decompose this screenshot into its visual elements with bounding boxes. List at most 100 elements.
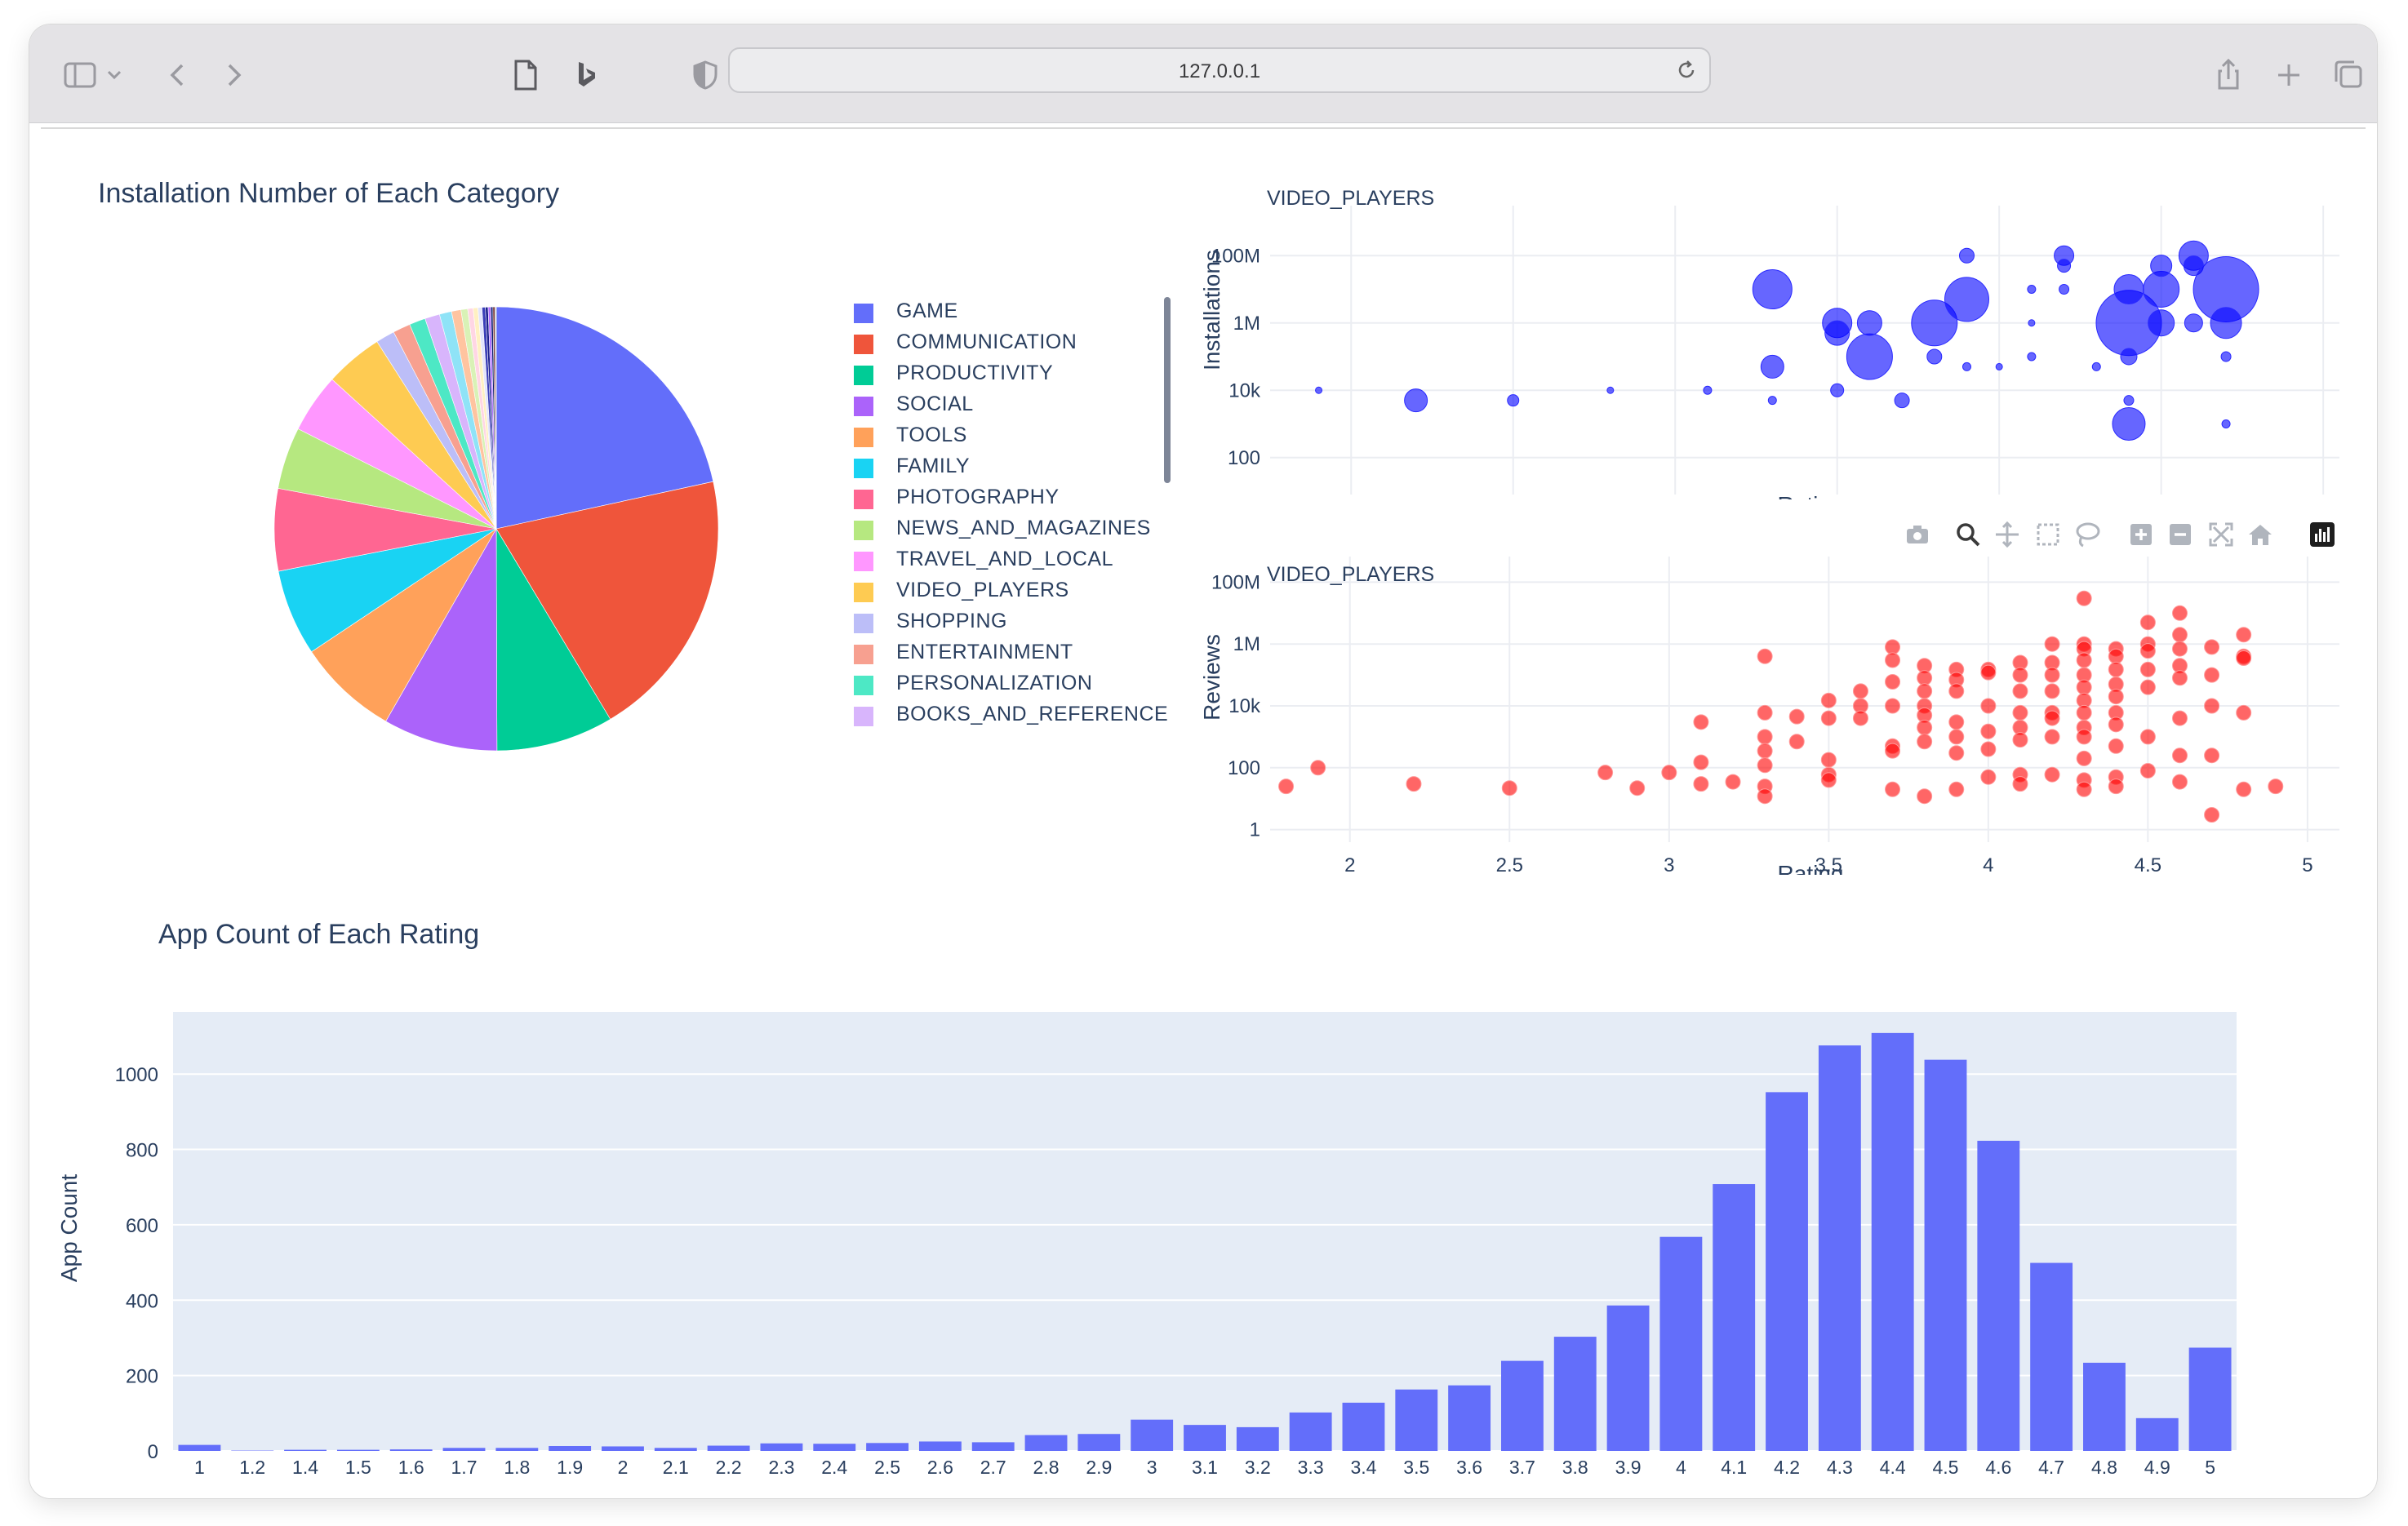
scatter-point[interactable] [2113, 274, 2144, 304]
forward-arrow-icon[interactable] [215, 57, 251, 93]
scatter-point[interactable] [1501, 780, 1517, 796]
scatter-point[interactable] [1856, 310, 1882, 336]
page-icon[interactable] [508, 57, 544, 93]
scatter-point[interactable] [2171, 605, 2188, 621]
scatter-point[interactable] [1725, 774, 1741, 790]
bar[interactable] [1077, 1434, 1121, 1451]
chevron-down-icon[interactable] [104, 57, 124, 93]
scatter-point[interactable] [1507, 394, 1520, 407]
scatter-point[interactable] [2076, 590, 2092, 606]
bar[interactable] [1395, 1389, 1438, 1451]
scatter-point[interactable] [1606, 386, 1615, 394]
bar[interactable] [1553, 1337, 1597, 1451]
bar[interactable] [813, 1444, 856, 1451]
scatter-point[interactable] [1980, 741, 1997, 757]
bar[interactable] [1818, 1045, 1861, 1451]
scatter-point[interactable] [1820, 692, 1837, 708]
scatter-point[interactable] [2108, 661, 2124, 677]
scatter-point[interactable] [1597, 765, 1614, 781]
scatter-point[interactable] [1846, 333, 1893, 380]
scatter-point[interactable] [2171, 627, 2188, 643]
scatter-point[interactable] [2236, 650, 2252, 666]
new-tab-icon[interactable] [2271, 57, 2307, 93]
scatter-point[interactable] [1885, 698, 1901, 714]
scatter-point[interactable] [2112, 407, 2146, 441]
scatter-point[interactable] [2236, 781, 2252, 797]
bar[interactable] [1713, 1184, 1756, 1451]
scatter-point[interactable] [1629, 780, 1646, 796]
scatter-point[interactable] [2027, 285, 2037, 294]
bar[interactable] [1448, 1385, 1491, 1451]
scatter-point[interactable] [2108, 779, 2124, 795]
scatter-point[interactable] [1661, 765, 1677, 781]
bar[interactable] [1977, 1140, 2020, 1451]
scatter-point[interactable] [2139, 679, 2156, 695]
scatter-point[interactable] [1315, 386, 1323, 394]
bar[interactable] [442, 1448, 486, 1451]
scatter-point[interactable] [1948, 714, 1965, 730]
bar[interactable] [1606, 1305, 1650, 1451]
scatter-point[interactable] [1948, 781, 1965, 797]
scatter-point[interactable] [1917, 788, 1933, 805]
scatter-point[interactable] [2044, 710, 2060, 726]
scatter-point[interactable] [1980, 698, 1997, 714]
scatter-point[interactable] [1767, 396, 1777, 406]
scatter-point[interactable] [2028, 319, 2036, 327]
bar[interactable] [971, 1442, 1015, 1451]
scatter-point[interactable] [1824, 320, 1850, 346]
bar[interactable] [389, 1449, 433, 1451]
bar[interactable] [1236, 1426, 1279, 1451]
scatter-point[interactable] [2171, 641, 2188, 657]
scatter-point[interactable] [2204, 807, 2220, 823]
scatter-point[interactable] [1757, 788, 1773, 805]
bar[interactable] [1024, 1435, 1068, 1451]
scatter-point[interactable] [1980, 664, 1997, 681]
bar[interactable] [866, 1443, 909, 1451]
scatter-point[interactable] [2108, 648, 2124, 664]
bar[interactable] [1342, 1402, 1385, 1451]
scatter-point[interactable] [2091, 362, 2101, 371]
scatter-point[interactable] [2171, 710, 2188, 726]
scatter-point[interactable] [1693, 714, 1709, 730]
scatter-point[interactable] [1961, 362, 1971, 371]
scatter-point[interactable] [1917, 734, 1933, 750]
scatter-point[interactable] [2148, 309, 2175, 337]
back-arrow-icon[interactable] [160, 57, 196, 93]
bar[interactable] [178, 1444, 221, 1451]
bar[interactable] [602, 1446, 644, 1451]
bar[interactable] [1766, 1092, 1808, 1451]
scatter-point[interactable] [2057, 259, 2072, 273]
scatter-point[interactable] [1885, 652, 1901, 668]
scatter-point[interactable] [2108, 716, 2124, 733]
scatter-point[interactable] [2076, 729, 2092, 745]
scatter-point[interactable] [1830, 383, 1845, 397]
scatter-point[interactable] [2139, 729, 2156, 745]
bing-icon[interactable] [568, 57, 604, 93]
shield-icon[interactable] [687, 57, 723, 93]
scatter-point[interactable] [2204, 747, 2220, 764]
scatter-point[interactable] [2044, 683, 2060, 699]
scatter-point[interactable] [2150, 255, 2173, 277]
scatter-point[interactable] [2221, 419, 2231, 428]
scatter-point[interactable] [1852, 683, 1868, 699]
bar[interactable] [918, 1441, 962, 1451]
scatter-point[interactable] [1788, 708, 1805, 725]
scatter-point[interactable] [1820, 772, 1837, 788]
scatter-point[interactable] [2184, 313, 2203, 333]
bar[interactable] [2135, 1417, 2179, 1451]
scatter-point[interactable] [2076, 679, 2092, 695]
bar[interactable] [2083, 1362, 2126, 1451]
scatter-point[interactable] [1760, 354, 1784, 379]
bar[interactable] [495, 1448, 539, 1451]
scatter-point[interactable] [1944, 277, 1989, 322]
scatter-point[interactable] [1926, 348, 1943, 365]
scatter-point[interactable] [1917, 683, 1933, 699]
scatter-point[interactable] [1703, 385, 1713, 395]
scatter-point[interactable] [2044, 636, 2060, 652]
scatter-point[interactable] [2123, 395, 2135, 406]
scatter-point[interactable] [1788, 734, 1805, 750]
bar[interactable] [284, 1449, 327, 1451]
bar[interactable] [336, 1449, 380, 1451]
bar[interactable] [2188, 1347, 2232, 1451]
sidebar-toggle-icon[interactable] [62, 57, 98, 93]
